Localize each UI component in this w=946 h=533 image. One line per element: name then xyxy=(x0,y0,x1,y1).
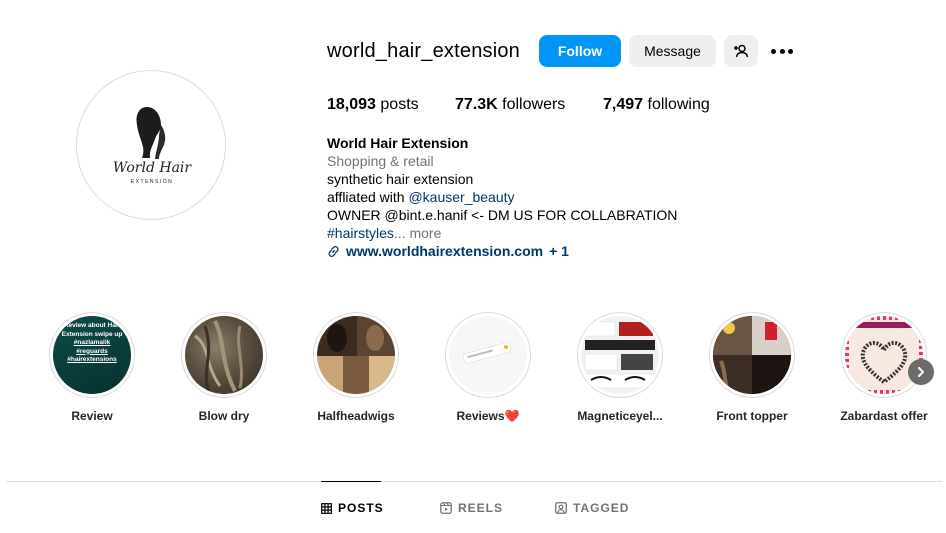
followers-count: 77.3K xyxy=(455,96,498,113)
highlight-ring xyxy=(313,312,399,398)
profile-username: world_hair_extension xyxy=(327,40,521,62)
add-user-icon xyxy=(734,44,749,58)
more-options-button[interactable] xyxy=(768,40,796,62)
bio-category: Shopping & retail xyxy=(327,153,434,169)
avatar-logo-subtext: EXTENSION xyxy=(131,179,173,185)
highlight-blow-dry[interactable]: Blow dry xyxy=(179,312,269,423)
highlight-thumbnail xyxy=(581,316,659,394)
link-icon xyxy=(328,245,339,257)
reels-icon xyxy=(440,502,452,514)
profile-bio: World Hair Extension Shopping & retail s… xyxy=(327,134,747,260)
avatar-logo-text: World Hair xyxy=(113,160,192,176)
highlight-thumbnail xyxy=(317,316,395,394)
highlight-ring xyxy=(445,312,531,398)
follow-button[interactable]: Follow xyxy=(539,35,621,67)
bio-more-link[interactable]: ... more xyxy=(394,225,441,241)
highlight-label: Zabardast offer xyxy=(840,409,928,423)
website-link-text: www.worldhairextension.com xyxy=(346,243,544,259)
tab-tagged[interactable]: TAGGED xyxy=(555,501,629,515)
message-button[interactable]: Message xyxy=(629,35,716,67)
posts-stat: 18,093 posts xyxy=(327,96,419,114)
bio-line: synthetic hair extension xyxy=(327,171,474,187)
highlights-next-button[interactable] xyxy=(908,359,934,385)
tabs-divider xyxy=(6,481,942,482)
highlight-front-topper[interactable]: Front topper xyxy=(707,312,797,423)
highlight-label: Review xyxy=(71,409,113,423)
posts-label: posts xyxy=(380,96,419,113)
highlight-ring: Review about Hair Extension swipe up #na… xyxy=(49,312,135,398)
followers-label: followers xyxy=(502,96,566,113)
bio-line: OWNER @bint.e.hanif <- DM US FOR COLLABR… xyxy=(327,207,678,223)
profile-avatar[interactable]: World Hair EXTENSION xyxy=(76,70,226,220)
active-tab-indicator xyxy=(321,481,381,482)
eyelash-collage-icon xyxy=(584,321,656,389)
thumb-text-line: #hairextensions xyxy=(67,356,117,363)
topper-collage-icon xyxy=(713,316,791,394)
thumb-text-line: #reguards xyxy=(76,347,108,355)
bio-name: World Hair Extension xyxy=(327,135,469,151)
posts-count: 18,093 xyxy=(327,96,376,113)
tab-label: TAGGED xyxy=(573,501,630,515)
wig-collage-icon xyxy=(317,316,395,394)
following-count: 7,497 xyxy=(603,96,644,113)
highlight-ring xyxy=(577,312,663,398)
highlight-thumbnail: Review about Hair Extension swipe up #na… xyxy=(53,316,131,394)
highlight-thumbnail xyxy=(845,316,923,394)
brand-logo-icon: World Hair EXTENSION xyxy=(113,107,192,185)
highlight-thumbnail xyxy=(713,316,791,394)
highlight-review[interactable]: Review about Hair Extension swipe up #na… xyxy=(47,312,137,423)
grid-icon xyxy=(321,502,332,514)
dot-icon xyxy=(779,48,785,54)
dot-icon xyxy=(788,48,793,54)
highlight-label: Halfheadwigs xyxy=(317,409,395,423)
tab-reels[interactable]: REELS xyxy=(440,501,503,515)
highlight-ring xyxy=(181,312,267,398)
thumb-text-line: Review about Hair xyxy=(63,322,121,329)
following-stat[interactable]: 7,497 following xyxy=(603,96,710,114)
chat-screenshot-icon xyxy=(462,342,512,364)
highlight-halfheadwigs[interactable]: Halfheadwigs xyxy=(311,312,401,423)
highlight-label: Reviews❤️ xyxy=(456,409,520,423)
thumb-text-line: #nazlamalik xyxy=(73,339,111,346)
bio-line-prefix: affliated with xyxy=(327,189,409,205)
highlight-label: Magneticeyel... xyxy=(577,409,663,423)
following-label: following xyxy=(647,96,710,113)
chevron-right-icon xyxy=(918,367,924,377)
dot-icon xyxy=(771,48,776,54)
mention-link[interactable]: @kauser_beauty xyxy=(408,189,514,205)
highlight-magneticeyelashes[interactable]: Magneticeyel... xyxy=(575,312,665,423)
highlight-ring xyxy=(709,312,795,398)
hair-photo-icon xyxy=(194,320,243,394)
highlight-reviews[interactable]: Reviews❤️ xyxy=(443,312,533,423)
tab-posts[interactable]: POSTS xyxy=(321,501,384,515)
website-link-extra: + 1 xyxy=(549,243,569,259)
website-link[interactable]: www.worldhairextension.com + 1 xyxy=(327,242,747,260)
followers-stat[interactable]: 77.3K followers xyxy=(455,96,565,114)
highlight-label: Blow dry xyxy=(198,409,250,423)
heart-offer-icon xyxy=(845,316,923,394)
bio-line: #hairstyles... more xyxy=(327,224,747,242)
suggest-accounts-button[interactable] xyxy=(724,35,758,67)
thumb-text-line: Extension swipe up xyxy=(61,330,123,338)
tab-label: REELS xyxy=(458,501,504,515)
highlight-thumbnail xyxy=(185,316,263,394)
bio-line: affliated with @kauser_beauty xyxy=(327,188,747,206)
highlight-ring xyxy=(841,312,927,398)
highlight-label: Front topper xyxy=(716,409,788,423)
highlight-thumbnail xyxy=(449,316,527,394)
hashtag-link[interactable]: #hairstyles xyxy=(327,225,394,241)
tagged-icon xyxy=(555,502,567,514)
highlight-thumbnail-text: Review about Hair Extension swipe up #na… xyxy=(53,322,131,365)
tab-label: POSTS xyxy=(338,501,384,515)
